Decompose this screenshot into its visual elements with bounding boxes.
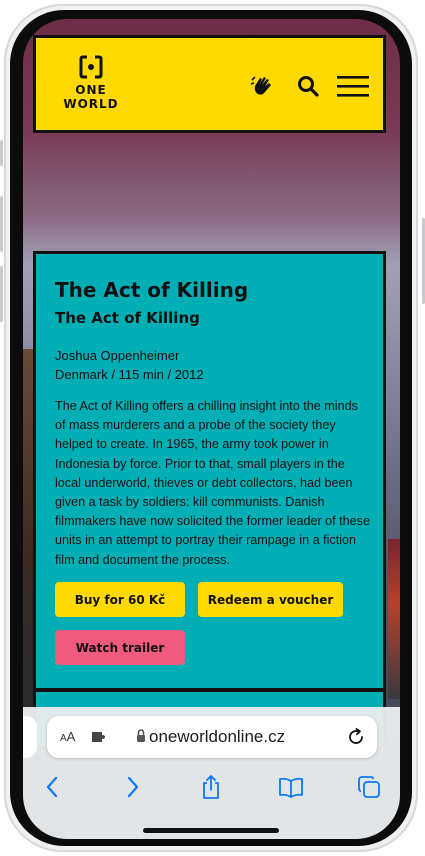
home-indicator[interactable] bbox=[143, 828, 279, 833]
text-size-large-a: A bbox=[66, 729, 76, 744]
background-photo-right bbox=[388, 539, 400, 699]
film-title: The Act of Killing bbox=[55, 278, 249, 302]
text-size-small-a: A bbox=[60, 733, 67, 744]
film-director: Joshua Oppenheimer bbox=[55, 348, 180, 363]
reload-icon[interactable] bbox=[346, 727, 366, 747]
forward-icon[interactable] bbox=[119, 773, 147, 801]
share-icon[interactable] bbox=[197, 773, 225, 801]
search-icon[interactable] bbox=[294, 72, 322, 100]
safari-bottom-bar: AA oneworldonline.cz bbox=[23, 707, 400, 839]
buy-ticket-button[interactable]: Buy for 60 Kč bbox=[55, 582, 185, 617]
lock-icon bbox=[137, 729, 145, 742]
volume-up-button bbox=[0, 196, 3, 252]
logo-line-one: ONE bbox=[75, 83, 107, 97]
text-size-button[interactable]: AA bbox=[60, 729, 75, 744]
url-text: oneworldonline.cz bbox=[149, 727, 286, 746]
one-world-logo[interactable]: ONE WORLD bbox=[60, 55, 122, 111]
screen[interactable]: ONE WORLD The Act of Killing The Act of … bbox=[23, 19, 400, 839]
volume-down-button bbox=[0, 266, 3, 322]
film-detail-card: The Act of Killing The Act of Killing Jo… bbox=[33, 251, 386, 691]
hamburger-menu-icon[interactable] bbox=[334, 72, 372, 100]
site-header: ONE WORLD bbox=[33, 35, 386, 133]
watch-trailer-button[interactable]: Watch trailer bbox=[55, 630, 185, 665]
logo-bracket-icon bbox=[79, 55, 103, 79]
address-bar[interactable]: AA oneworldonline.cz bbox=[47, 716, 377, 758]
previous-tab-edge[interactable] bbox=[23, 716, 37, 758]
film-details: Denmark / 115 min / 2012 bbox=[55, 367, 204, 382]
logo-line-world: WORLD bbox=[63, 97, 119, 111]
film-meta: Joshua Oppenheimer Denmark / 115 min / 2… bbox=[55, 346, 204, 384]
film-original-title: The Act of Killing bbox=[55, 309, 200, 327]
back-icon[interactable] bbox=[38, 773, 66, 801]
film-description: The Act of Killing offers a chilling ins… bbox=[55, 399, 370, 567]
redeem-voucher-button[interactable]: Redeem a voucher bbox=[198, 582, 343, 617]
bookmarks-icon[interactable] bbox=[277, 773, 305, 801]
phone-device: ONE WORLD The Act of Killing The Act of … bbox=[0, 0, 425, 856]
mute-switch bbox=[0, 140, 3, 166]
tabs-icon[interactable] bbox=[355, 773, 383, 801]
extension-icon[interactable] bbox=[91, 729, 109, 745]
sign-language-icon[interactable] bbox=[248, 72, 276, 100]
